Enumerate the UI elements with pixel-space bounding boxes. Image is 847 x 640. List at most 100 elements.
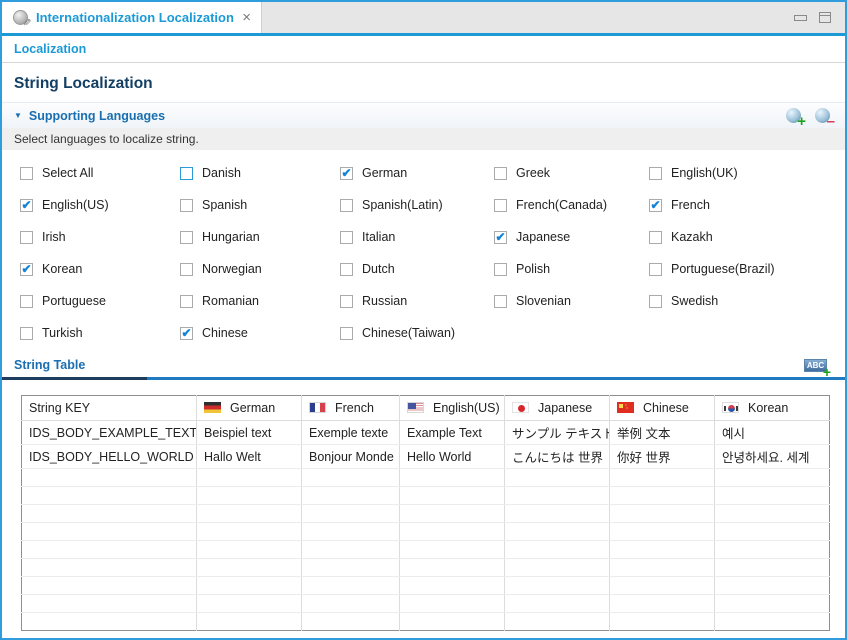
empty-table-cell[interactable] [610, 541, 715, 559]
empty-table-cell[interactable] [22, 541, 197, 559]
checkbox-unchecked-icon[interactable] [649, 263, 662, 276]
empty-table-cell[interactable] [610, 559, 715, 577]
checkbox-unchecked-icon[interactable] [340, 263, 353, 276]
empty-table-cell[interactable] [197, 487, 302, 505]
column-header-german[interactable]: German [197, 396, 302, 421]
empty-table-cell[interactable] [302, 523, 400, 541]
checkbox-unchecked-icon[interactable] [494, 295, 507, 308]
language-checkbox-item[interactable]: Turkish [20, 325, 180, 341]
checkbox-unchecked-icon[interactable] [649, 295, 662, 308]
language-checkbox-item[interactable]: Kazakh [649, 229, 845, 245]
empty-table-cell[interactable] [400, 523, 505, 541]
empty-table-cell[interactable] [197, 541, 302, 559]
language-checkbox-item[interactable]: Spanish [180, 197, 340, 213]
language-checkbox-item[interactable]: Portuguese(Brazil) [649, 261, 845, 277]
checkbox-unchecked-icon[interactable] [340, 199, 353, 212]
checkbox-checked-icon[interactable] [20, 199, 33, 212]
language-checkbox-item[interactable]: Danish [180, 165, 340, 181]
empty-table-cell[interactable] [400, 541, 505, 559]
empty-table-cell[interactable] [302, 469, 400, 487]
language-checkbox-item[interactable]: Hungarian [180, 229, 340, 245]
table-cell[interactable]: IDS_BODY_EXAMPLE_TEXT [22, 421, 197, 445]
language-checkbox-item[interactable]: Chinese(Taiwan) [340, 325, 494, 341]
column-header-english-us-[interactable]: English(US) [400, 396, 505, 421]
maximize-icon[interactable] [819, 12, 831, 23]
language-checkbox-item[interactable]: Korean [20, 261, 180, 277]
column-header-string-key[interactable]: String KEY [22, 396, 197, 421]
table-cell[interactable]: Exemple texte [302, 421, 400, 445]
table-cell[interactable]: IDS_BODY_HELLO_WORLD [22, 445, 197, 469]
checkbox-unchecked-icon[interactable] [180, 231, 193, 244]
empty-table-cell[interactable] [505, 595, 610, 613]
remove-language-icon[interactable] [815, 108, 830, 123]
empty-table-cell[interactable] [715, 577, 830, 595]
language-checkbox-item[interactable]: English(US) [20, 197, 180, 213]
empty-table-cell[interactable] [505, 505, 610, 523]
language-checkbox-item[interactable]: French(Canada) [494, 197, 649, 213]
empty-table-cell[interactable] [197, 505, 302, 523]
language-checkbox-item[interactable]: Polish [494, 261, 649, 277]
empty-table-cell[interactable] [610, 487, 715, 505]
language-checkbox-item[interactable]: Portuguese [20, 293, 180, 309]
language-checkbox-item[interactable]: Spanish(Latin) [340, 197, 494, 213]
empty-table-cell[interactable] [505, 559, 610, 577]
close-icon[interactable]: × [242, 10, 251, 25]
checkbox-unchecked-icon[interactable] [20, 167, 33, 180]
checkbox-unchecked-icon[interactable] [180, 263, 193, 276]
empty-table-cell[interactable] [302, 505, 400, 523]
empty-table-cell[interactable] [400, 559, 505, 577]
empty-table-cell[interactable] [715, 613, 830, 631]
language-checkbox-item[interactable]: German [340, 165, 494, 181]
empty-table-cell[interactable] [302, 613, 400, 631]
language-checkbox-item[interactable]: Swedish [649, 293, 845, 309]
empty-table-cell[interactable] [22, 577, 197, 595]
empty-table-cell[interactable] [715, 595, 830, 613]
collapse-arrow-icon[interactable] [14, 110, 22, 121]
checkbox-unchecked-icon[interactable] [649, 231, 662, 244]
empty-table-cell[interactable] [197, 613, 302, 631]
empty-table-cell[interactable] [715, 541, 830, 559]
minimize-icon[interactable] [794, 15, 807, 21]
language-checkbox-item[interactable]: Greek [494, 165, 649, 181]
empty-table-cell[interactable] [197, 469, 302, 487]
checkbox-unchecked-icon[interactable] [20, 327, 33, 340]
checkbox-checked-icon[interactable] [340, 167, 353, 180]
table-cell[interactable]: Bonjour Monde [302, 445, 400, 469]
checkbox-unchecked-icon[interactable] [649, 167, 662, 180]
table-cell[interactable]: Beispiel text [197, 421, 302, 445]
checkbox-checked-icon[interactable] [20, 263, 33, 276]
empty-table-cell[interactable] [610, 469, 715, 487]
empty-table-cell[interactable] [505, 523, 610, 541]
breadcrumb[interactable]: Localization [14, 42, 86, 56]
empty-table-cell[interactable] [22, 487, 197, 505]
empty-table-cell[interactable] [505, 469, 610, 487]
empty-table-cell[interactable] [22, 523, 197, 541]
language-checkbox-item[interactable]: French [649, 197, 845, 213]
language-checkbox-item[interactable]: English(UK) [649, 165, 845, 181]
checkbox-unchecked-icon[interactable] [494, 167, 507, 180]
checkbox-unchecked-icon[interactable] [340, 327, 353, 340]
table-cell[interactable]: Example Text [400, 421, 505, 445]
add-language-icon[interactable] [786, 108, 801, 123]
empty-table-cell[interactable] [400, 469, 505, 487]
checkbox-unchecked-icon[interactable] [20, 231, 33, 244]
empty-table-cell[interactable] [302, 559, 400, 577]
table-cell[interactable]: こんにちは 世界 [505, 445, 610, 469]
table-cell[interactable]: 你好 世界 [610, 445, 715, 469]
language-checkbox-item[interactable]: Irish [20, 229, 180, 245]
empty-table-cell[interactable] [610, 613, 715, 631]
empty-table-cell[interactable] [22, 559, 197, 577]
language-checkbox-item[interactable]: Norwegian [180, 261, 340, 277]
column-header-korean[interactable]: Korean [715, 396, 830, 421]
empty-table-cell[interactable] [400, 613, 505, 631]
empty-table-cell[interactable] [505, 541, 610, 559]
empty-table-cell[interactable] [715, 559, 830, 577]
language-checkbox-item[interactable]: Japanese [494, 229, 649, 245]
empty-table-cell[interactable] [505, 577, 610, 595]
empty-table-cell[interactable] [197, 559, 302, 577]
add-string-icon[interactable]: ABC [804, 359, 827, 372]
empty-table-cell[interactable] [197, 595, 302, 613]
checkbox-unchecked-icon[interactable] [494, 263, 507, 276]
language-checkbox-item[interactable]: Slovenian [494, 293, 649, 309]
table-cell[interactable]: 예시 [715, 421, 830, 445]
